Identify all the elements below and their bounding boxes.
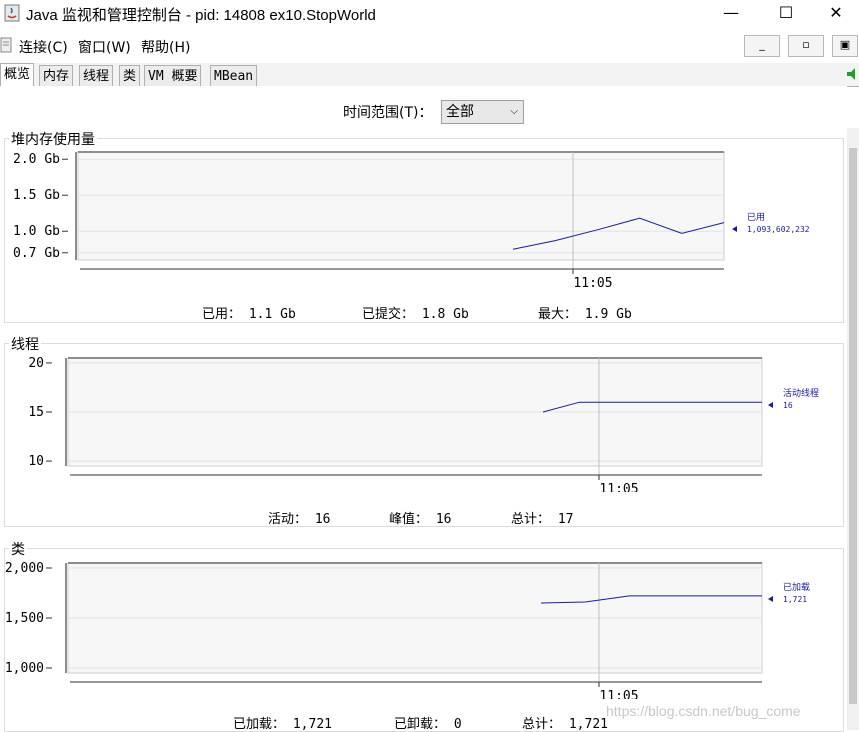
time-range-select[interactable]: 全部 ⌵ xyxy=(441,100,524,124)
threads-panel-title: 线程 xyxy=(9,334,41,354)
threads-live-value: 16 xyxy=(314,512,331,527)
heap-max-stat: 最大： 1.9 Gb xyxy=(538,303,632,322)
x-tick-label: 11:05 xyxy=(599,689,638,699)
legend-series-name: 已加载 xyxy=(783,581,810,593)
y-tick-label: 1.0 Gb xyxy=(13,224,60,239)
y-tick-label: 20 xyxy=(28,356,44,371)
heap-committed-label: 已提交： xyxy=(362,307,415,322)
time-range-label: 时间范围(T)： xyxy=(343,105,433,121)
threads-chart: 20 15 10 11:05 活动线程 16 xyxy=(28,356,819,492)
heap-committed-value: 1.8 Gb xyxy=(421,307,469,322)
y-tick-label: 2,000 xyxy=(5,561,44,576)
chevron-down-icon: ⌵ xyxy=(510,106,518,117)
maximize-button[interactable]: ☐ xyxy=(763,0,809,28)
threads-total-label: 总计： xyxy=(511,512,551,527)
heap-panel-title: 堆内存使用量 xyxy=(9,129,97,149)
time-range-value: 全部 xyxy=(446,104,474,120)
classes-chart: 2,000 1,500 1,000 11:05 已加载 1,721 xyxy=(5,561,810,699)
tab-threads[interactable]: 线程 xyxy=(79,65,114,87)
threads-total-value: 17 xyxy=(557,512,574,527)
close-button[interactable]: ✕ xyxy=(813,0,859,28)
heap-committed-stat: 已提交： 1.8 Gb xyxy=(362,303,469,322)
threads-total-stat: 总计： 17 xyxy=(511,508,574,527)
menu-window[interactable]: 窗口(W) xyxy=(78,37,131,57)
classes-panel-title: 类 xyxy=(9,539,27,559)
tab-memory[interactable]: 内存 xyxy=(39,65,74,87)
java-app-icon xyxy=(4,4,20,22)
watermark: https://blog.csdn.net/bug_come xyxy=(606,703,801,719)
threads-peak-value: 16 xyxy=(435,512,452,527)
title-bar: Java 监视和管理控制台 - pid: 14808 ex10.StopWorl… xyxy=(0,0,859,28)
legend-latest-value: 1,093,602,232 xyxy=(747,225,810,234)
threads-peak-stat: 峰值： 16 xyxy=(389,508,452,527)
scrollbar-thumb[interactable] xyxy=(849,148,857,704)
legend-latest-value: 16 xyxy=(783,401,793,410)
tab-overview[interactable]: 概览 xyxy=(0,63,35,87)
y-tick-label: 1,500 xyxy=(5,611,44,626)
heap-max-label: 最大： xyxy=(538,307,578,322)
menu-connect[interactable]: 连接(C) xyxy=(19,37,68,57)
threads-live-label: 活动： xyxy=(268,512,308,527)
x-tick-label: 11:05 xyxy=(573,276,612,288)
menu-bar: 连接(C) 窗口(W) 帮助(H) xyxy=(0,33,859,59)
y-tick-label: 15 xyxy=(28,405,44,420)
tab-vm-summary[interactable]: VM 概要 xyxy=(144,65,202,87)
tab-classes[interactable]: 类 xyxy=(119,65,141,87)
document-icon xyxy=(0,37,12,53)
legend-marker-icon xyxy=(732,226,737,232)
legend-series-name: 活动线程 xyxy=(783,387,819,399)
threads-peak-label: 峰值： xyxy=(389,512,429,527)
y-tick-label: 10 xyxy=(28,454,44,469)
y-tick-label: 2.0 Gb xyxy=(13,152,60,167)
mdi-maximize-button[interactable]: ▣ xyxy=(832,35,858,57)
connected-icon xyxy=(845,66,859,82)
legend-marker-icon xyxy=(768,402,773,408)
y-tick-label: 1.5 Gb xyxy=(13,188,60,203)
heap-used-value: 1.1 Gb xyxy=(248,307,296,322)
window-title: Java 监视和管理控制台 - pid: 14808 ex10.StopWorl… xyxy=(26,7,376,24)
legend-marker-icon xyxy=(768,596,773,602)
classes-total-stat: 总计： 1,721 xyxy=(522,713,608,732)
classes-loaded-stat: 已加载： 1,721 xyxy=(233,713,332,732)
heap-used-label: 已用： xyxy=(202,307,242,322)
legend-series-name: 已用 xyxy=(747,212,765,223)
mdi-minimize-button[interactable]: _ xyxy=(744,35,780,57)
y-tick-label: 1,000 xyxy=(5,661,44,676)
heap-used-stat: 已用： 1.1 Gb xyxy=(202,303,296,322)
y-tick-label: 0.7 Gb xyxy=(13,246,60,261)
minimize-button[interactable]: — xyxy=(708,0,754,28)
menu-help[interactable]: 帮助(H) xyxy=(141,37,190,57)
classes-unloaded-stat: 已卸载： 0 xyxy=(394,713,462,732)
plot-area xyxy=(77,151,725,261)
threads-live-stat: 活动： 16 xyxy=(268,508,331,527)
mdi-restore-button[interactable]: ▫ xyxy=(788,35,824,57)
legend-latest-value: 1,721 xyxy=(783,595,807,604)
tab-mbean[interactable]: MBean xyxy=(210,65,258,87)
x-tick-label: 11:05 xyxy=(599,482,638,492)
heap-chart: 2.0 Gb 1.5 Gb 1.0 Gb 0.7 Gb 11:05 已用 1,093,602… xyxy=(13,151,810,288)
heap-max-value: 1.9 Gb xyxy=(584,307,632,322)
